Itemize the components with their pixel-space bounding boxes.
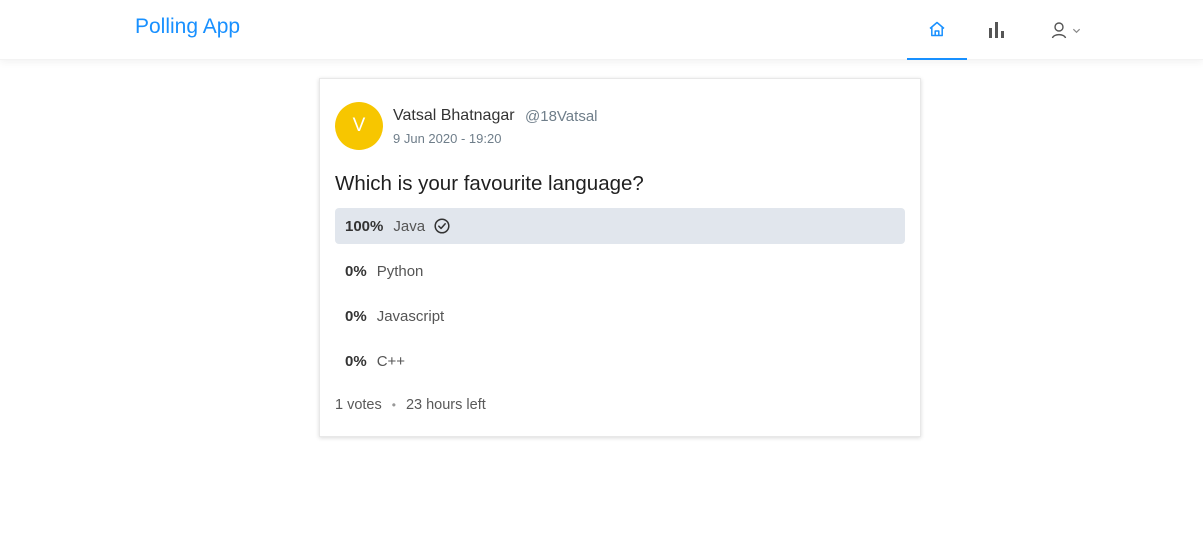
avatar[interactable]: V bbox=[335, 102, 383, 150]
choice-percent: 0% bbox=[345, 262, 367, 280]
choice-text: Python bbox=[376, 262, 424, 280]
nav-home[interactable] bbox=[907, 0, 967, 60]
poll-created-at: 9 Jun 2020 - 19:20 bbox=[393, 131, 502, 146]
poll-card: V Vatsal Bhatnagar @18Vatsal 9 Jun 2020 … bbox=[319, 78, 921, 437]
bar-chart-icon bbox=[987, 20, 1007, 40]
choice-result-python: 0% Python bbox=[335, 253, 905, 289]
nav-profile-menu[interactable] bbox=[1027, 0, 1104, 60]
choice-percent: 100% bbox=[345, 217, 384, 235]
poll-footer: 1 votes • 23 hours left bbox=[335, 396, 486, 414]
choice-percent: 0% bbox=[345, 307, 367, 325]
choice-text: Java bbox=[393, 217, 426, 235]
check-circle-icon bbox=[434, 218, 450, 234]
time-left: 23 hours left bbox=[405, 397, 486, 413]
choice-text: Javascript bbox=[376, 307, 445, 325]
choice-result-java: 100% Java bbox=[335, 208, 905, 244]
choice-percent: 0% bbox=[345, 352, 367, 370]
choice-text: C++ bbox=[376, 352, 406, 370]
home-icon bbox=[928, 20, 946, 38]
poll-question: Which is your favourite language? bbox=[335, 172, 644, 195]
creator-name[interactable]: Vatsal Bhatnagar bbox=[393, 106, 515, 126]
creator-username[interactable]: @18Vatsal bbox=[525, 107, 598, 127]
choice-result-javascript: 0% Javascript bbox=[335, 298, 905, 334]
separator: • bbox=[391, 398, 396, 412]
vote-count: 1 votes bbox=[335, 397, 382, 413]
app-title[interactable]: Polling App bbox=[135, 14, 240, 40]
user-icon bbox=[1050, 21, 1068, 39]
app-header: Polling App bbox=[0, 0, 1203, 60]
choice-result-cpp: 0% C++ bbox=[335, 343, 905, 379]
chevron-down-icon bbox=[1072, 26, 1081, 35]
nav-new-poll[interactable] bbox=[967, 0, 1027, 60]
